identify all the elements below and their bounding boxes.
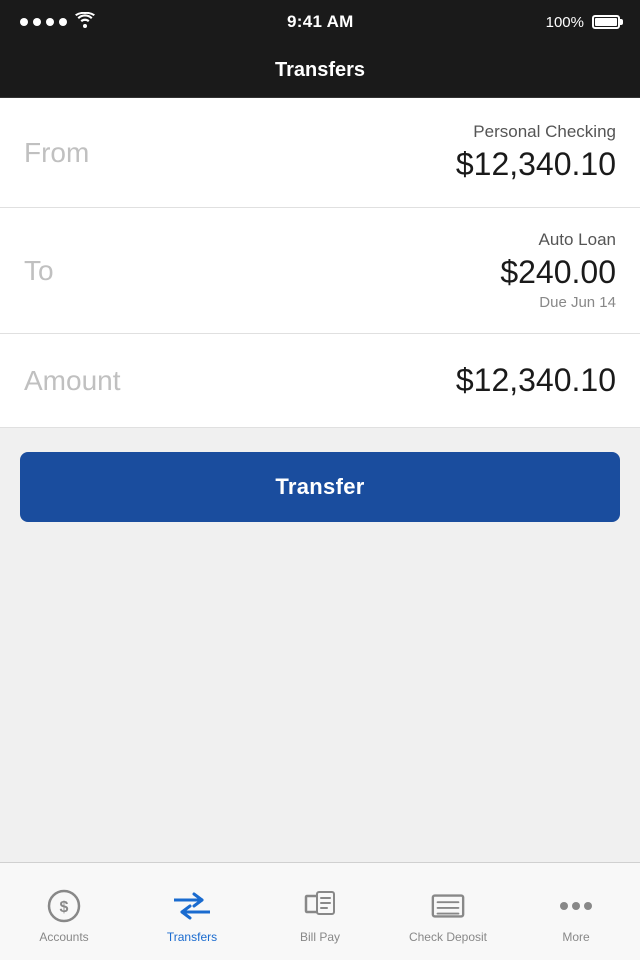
from-label: From — [24, 137, 89, 169]
to-due: Due Jun 14 — [500, 294, 616, 311]
signal-dot-3 — [46, 18, 54, 26]
tab-bill-pay[interactable]: Bill Pay — [256, 863, 384, 960]
to-account-name: Auto Loan — [500, 230, 616, 250]
transfers-icon — [174, 888, 210, 924]
bill-pay-icon — [302, 888, 338, 924]
signal-dots — [20, 18, 67, 26]
tab-accounts[interactable]: $ Accounts — [0, 863, 128, 960]
from-row[interactable]: From Personal Checking $12,340.10 — [0, 98, 640, 208]
more-icon — [558, 888, 594, 924]
transfer-button[interactable]: Transfer — [20, 452, 620, 522]
status-time: 9:41 AM — [287, 12, 354, 32]
signal-dot-2 — [33, 18, 41, 26]
nav-title: Transfers — [275, 59, 365, 82]
status-bar: 9:41 AM 100% — [0, 0, 640, 44]
tab-transfers[interactable]: Transfers — [128, 863, 256, 960]
status-right: 100% — [546, 14, 620, 31]
content-area: From Personal Checking $12,340.10 To Aut… — [0, 98, 640, 960]
accounts-icon: $ — [46, 888, 82, 924]
tab-bill-pay-label: Bill Pay — [300, 930, 340, 944]
tab-check-deposit[interactable]: Check Deposit — [384, 863, 512, 960]
battery-percent: 100% — [546, 14, 584, 31]
nav-bar: Transfers — [0, 44, 640, 98]
to-row[interactable]: To Auto Loan $240.00 Due Jun 14 — [0, 208, 640, 334]
from-account-name: Personal Checking — [456, 122, 616, 142]
from-amount: $12,340.10 — [456, 146, 616, 183]
amount-value: $12,340.10 — [456, 362, 616, 399]
signal-dot-1 — [20, 18, 28, 26]
check-deposit-icon — [430, 888, 466, 924]
tab-check-deposit-label: Check Deposit — [409, 930, 487, 944]
tab-transfers-label: Transfers — [167, 930, 217, 944]
signal-dot-4 — [59, 18, 67, 26]
from-values: Personal Checking $12,340.10 — [456, 122, 616, 183]
tab-accounts-label: Accounts — [39, 930, 88, 944]
tab-more[interactable]: More — [512, 863, 640, 960]
page: 9:41 AM 100% Transfers From Personal Che… — [0, 0, 640, 960]
to-amount: $240.00 — [500, 254, 616, 291]
tab-more-label: More — [562, 930, 589, 944]
amount-label: Amount — [24, 365, 121, 397]
to-values: Auto Loan $240.00 Due Jun 14 — [500, 230, 616, 311]
amount-row[interactable]: Amount $12,340.10 — [0, 334, 640, 428]
to-label: To — [24, 255, 54, 287]
svg-text:$: $ — [60, 899, 69, 916]
wifi-icon — [75, 12, 95, 33]
battery-icon — [592, 15, 620, 29]
status-left — [20, 12, 95, 33]
tab-bar: $ Accounts Transfers — [0, 862, 640, 960]
